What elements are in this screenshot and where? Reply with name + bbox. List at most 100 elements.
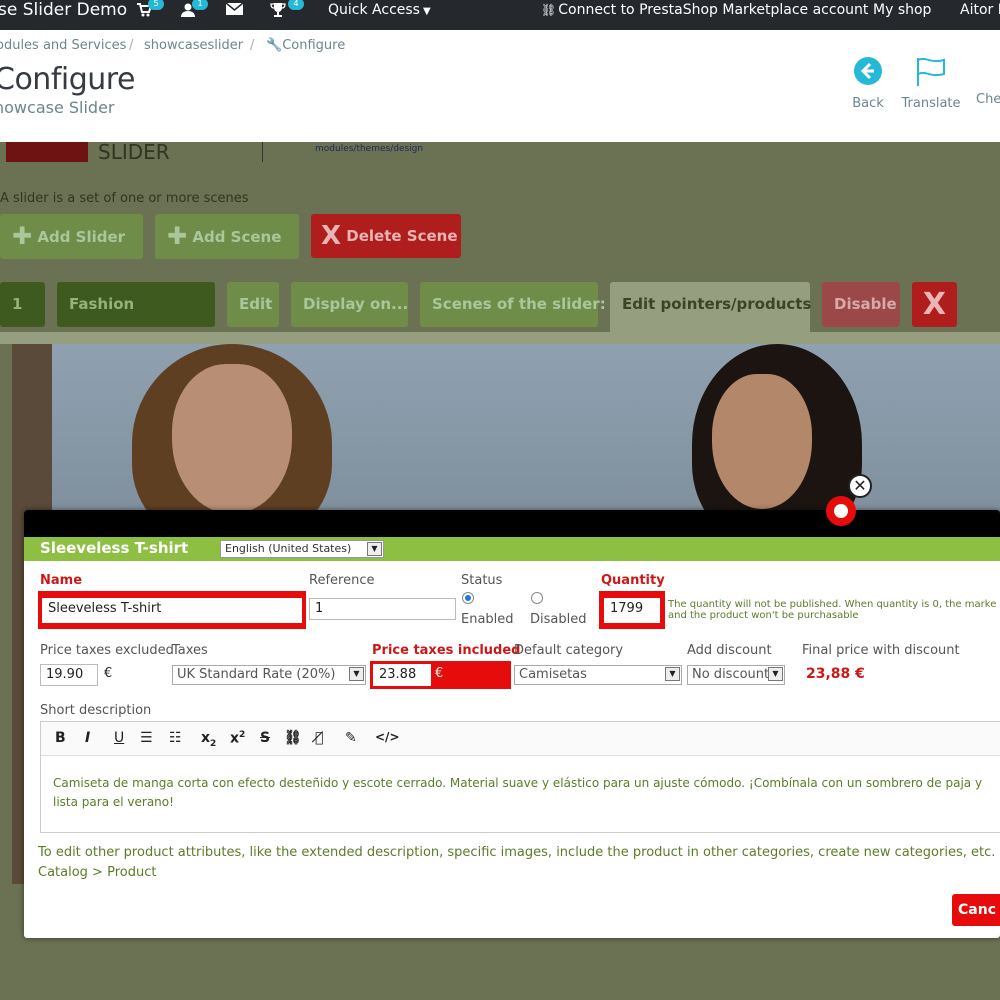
- check-button[interactable]: Che: [976, 56, 1000, 107]
- category-label: Default category: [514, 643, 624, 658]
- editor-toolbar: B I U ☰ ☷ x2 x2 S ⛓ ⛓̸ ✎ </>: [41, 722, 1000, 756]
- remove-scene-button[interactable]: X: [912, 282, 957, 327]
- category-select[interactable]: Camisetas ▼: [514, 665, 682, 685]
- translate-label: Translate: [901, 96, 961, 111]
- plus-icon: ✚: [167, 222, 188, 250]
- footer-help-line: To edit other product attributes, like t…: [38, 845, 1000, 860]
- divider: [262, 142, 263, 162]
- category-value: Camisetas: [519, 667, 587, 682]
- subscript-icon[interactable]: x2: [201, 730, 216, 749]
- taxes-label: Taxes: [172, 643, 208, 658]
- taxes-value: UK Standard Rate (20%): [177, 667, 336, 682]
- unordered-list-icon[interactable]: ☷: [169, 730, 182, 746]
- name-label: Name: [40, 573, 83, 588]
- source-code-icon[interactable]: </>: [375, 730, 400, 744]
- short-description-line: lista para el verano!: [53, 795, 174, 809]
- delete-scene-label: Delete Scene: [346, 227, 458, 245]
- language-value: English (United States): [225, 542, 352, 555]
- add-scene-label: Add Scene: [192, 228, 282, 246]
- footer-help-text: To edit other product attributes, like t…: [38, 843, 1000, 883]
- price-excl-input[interactable]: 19.90: [40, 664, 98, 686]
- tab-edit-pointers[interactable]: Edit pointers/products: [610, 282, 811, 332]
- reference-label: Reference: [309, 573, 375, 588]
- price-excl-label: Price taxes excluded: [40, 643, 174, 658]
- quick-access-label: Quick Access: [328, 2, 420, 18]
- top-navbar: se Slider Demo 5 1 4 Quick Access ▼ ⛓ Conn…: [0, 0, 1000, 30]
- breadcrumb-module[interactable]: showcaseslider: [144, 38, 243, 53]
- mail-icon[interactable]: [225, 2, 244, 20]
- dropdown-arrow-icon: ▼: [768, 667, 783, 681]
- my-shop-link[interactable]: My shop: [873, 0, 931, 20]
- connect-marketplace-link[interactable]: ⛓ Connect to PrestaShop Marketplace accou…: [541, 0, 868, 20]
- back-button[interactable]: Back: [848, 56, 888, 111]
- connect-label: Connect to PrestaShop Marketplace accoun…: [558, 2, 869, 18]
- short-description-line: Camiseta de manga corta con efecto deste…: [53, 776, 983, 790]
- module-intro: A slider is a set of one or more scenes: [0, 191, 249, 206]
- clear-format-icon[interactable]: ✎: [345, 730, 357, 746]
- scene-name: Fashion: [57, 282, 215, 327]
- modal-title: Sleeveless T-shirt: [40, 539, 189, 557]
- trophy-icon[interactable]: 4: [270, 0, 304, 22]
- modal-title-bar: Sleeveless T-shirt English (United State…: [24, 537, 1000, 561]
- status-enabled-radio[interactable]: [462, 592, 474, 604]
- translate-button[interactable]: Translate: [898, 56, 964, 111]
- catalog-product-link[interactable]: Catalog > Product: [38, 863, 1000, 883]
- discount-select[interactable]: No discount ▼: [687, 665, 785, 685]
- name-input[interactable]: Sleeveless T-shirt: [42, 598, 302, 623]
- link-icon: ⛓: [541, 3, 557, 17]
- discount-value: No discount: [692, 667, 770, 682]
- product-pointer[interactable]: [826, 496, 856, 526]
- taxes-select[interactable]: UK Standard Rate (20%) ▼: [172, 665, 366, 685]
- final-price-value: 23,88 €: [806, 666, 865, 682]
- status-label: Status: [461, 573, 503, 588]
- module-path-link[interactable]: modules/themes/design: [315, 144, 423, 154]
- shop-title[interactable]: se Slider Demo: [0, 0, 127, 20]
- users-badge: 1: [192, 0, 208, 10]
- edit-button[interactable]: Edit: [227, 282, 279, 327]
- underline-icon[interactable]: U: [114, 730, 124, 746]
- quantity-label: Quantity: [601, 573, 665, 588]
- add-slider-button[interactable]: ✚ Add Slider: [0, 214, 143, 259]
- currency-symbol: €: [435, 666, 444, 681]
- model-right-face: [712, 374, 812, 509]
- unlink-icon[interactable]: ⛓̸: [315, 730, 323, 746]
- link-icon[interactable]: ⛓: [284, 730, 302, 746]
- discount-label: Add discount: [687, 643, 772, 658]
- caret-down-icon: ▼: [422, 6, 431, 17]
- trophy-badge: 4: [288, 0, 304, 10]
- scenes-of-slider-button[interactable]: Scenes of the slider:: [420, 282, 606, 327]
- reference-input[interactable]: 1: [309, 598, 456, 620]
- add-scene-button[interactable]: ✚ Add Scene: [155, 214, 299, 259]
- italic-icon[interactable]: I: [85, 730, 90, 746]
- short-description-text: Camiseta de manga corta con efecto deste…: [53, 774, 1000, 812]
- price-incl-label: Price taxes included: [372, 643, 521, 658]
- users-icon[interactable]: 1: [180, 0, 208, 22]
- price-incl-input[interactable]: 23.88: [373, 664, 431, 686]
- user-menu[interactable]: Aitor F: [960, 0, 1000, 20]
- model-left-face: [172, 364, 292, 514]
- superscript-icon[interactable]: x2: [230, 730, 245, 747]
- quick-access-menu[interactable]: Quick Access ▼: [328, 0, 431, 22]
- status-disabled-radio[interactable]: [531, 592, 543, 604]
- delete-scene-button[interactable]: X Delete Scene: [311, 214, 461, 258]
- breadcrumb-separator: /: [250, 38, 255, 53]
- disable-button[interactable]: Disable: [822, 282, 900, 327]
- close-modal-icon[interactable]: ✕: [848, 474, 872, 498]
- page-header: odules and Services / showcaseslider / 🔧…: [0, 30, 1000, 142]
- ordered-list-icon[interactable]: ☰: [140, 730, 153, 746]
- flag-icon: [914, 57, 948, 90]
- check-label: Che: [976, 92, 1000, 107]
- bold-icon[interactable]: B: [55, 730, 66, 746]
- cancel-button[interactable]: Canc: [952, 894, 1000, 926]
- quantity-input[interactable]: 1799: [604, 598, 660, 623]
- short-description-editor[interactable]: B I U ☰ ☷ x2 x2 S ⛓ ⛓̸ ✎ </> Camiseta de…: [40, 721, 1000, 833]
- language-select[interactable]: English (United States) ▼: [220, 540, 384, 558]
- display-on-button[interactable]: Display on...: [291, 282, 408, 327]
- breadcrumb-modules[interactable]: odules and Services: [0, 38, 126, 53]
- short-description-label: Short description: [40, 703, 152, 718]
- cart-icon[interactable]: 5: [136, 0, 164, 22]
- strikethrough-icon[interactable]: S: [260, 730, 270, 746]
- page-title: Configure: [0, 62, 135, 97]
- dropdown-arrow-icon: ▼: [349, 667, 364, 681]
- dropdown-arrow-icon: ▼: [367, 542, 382, 556]
